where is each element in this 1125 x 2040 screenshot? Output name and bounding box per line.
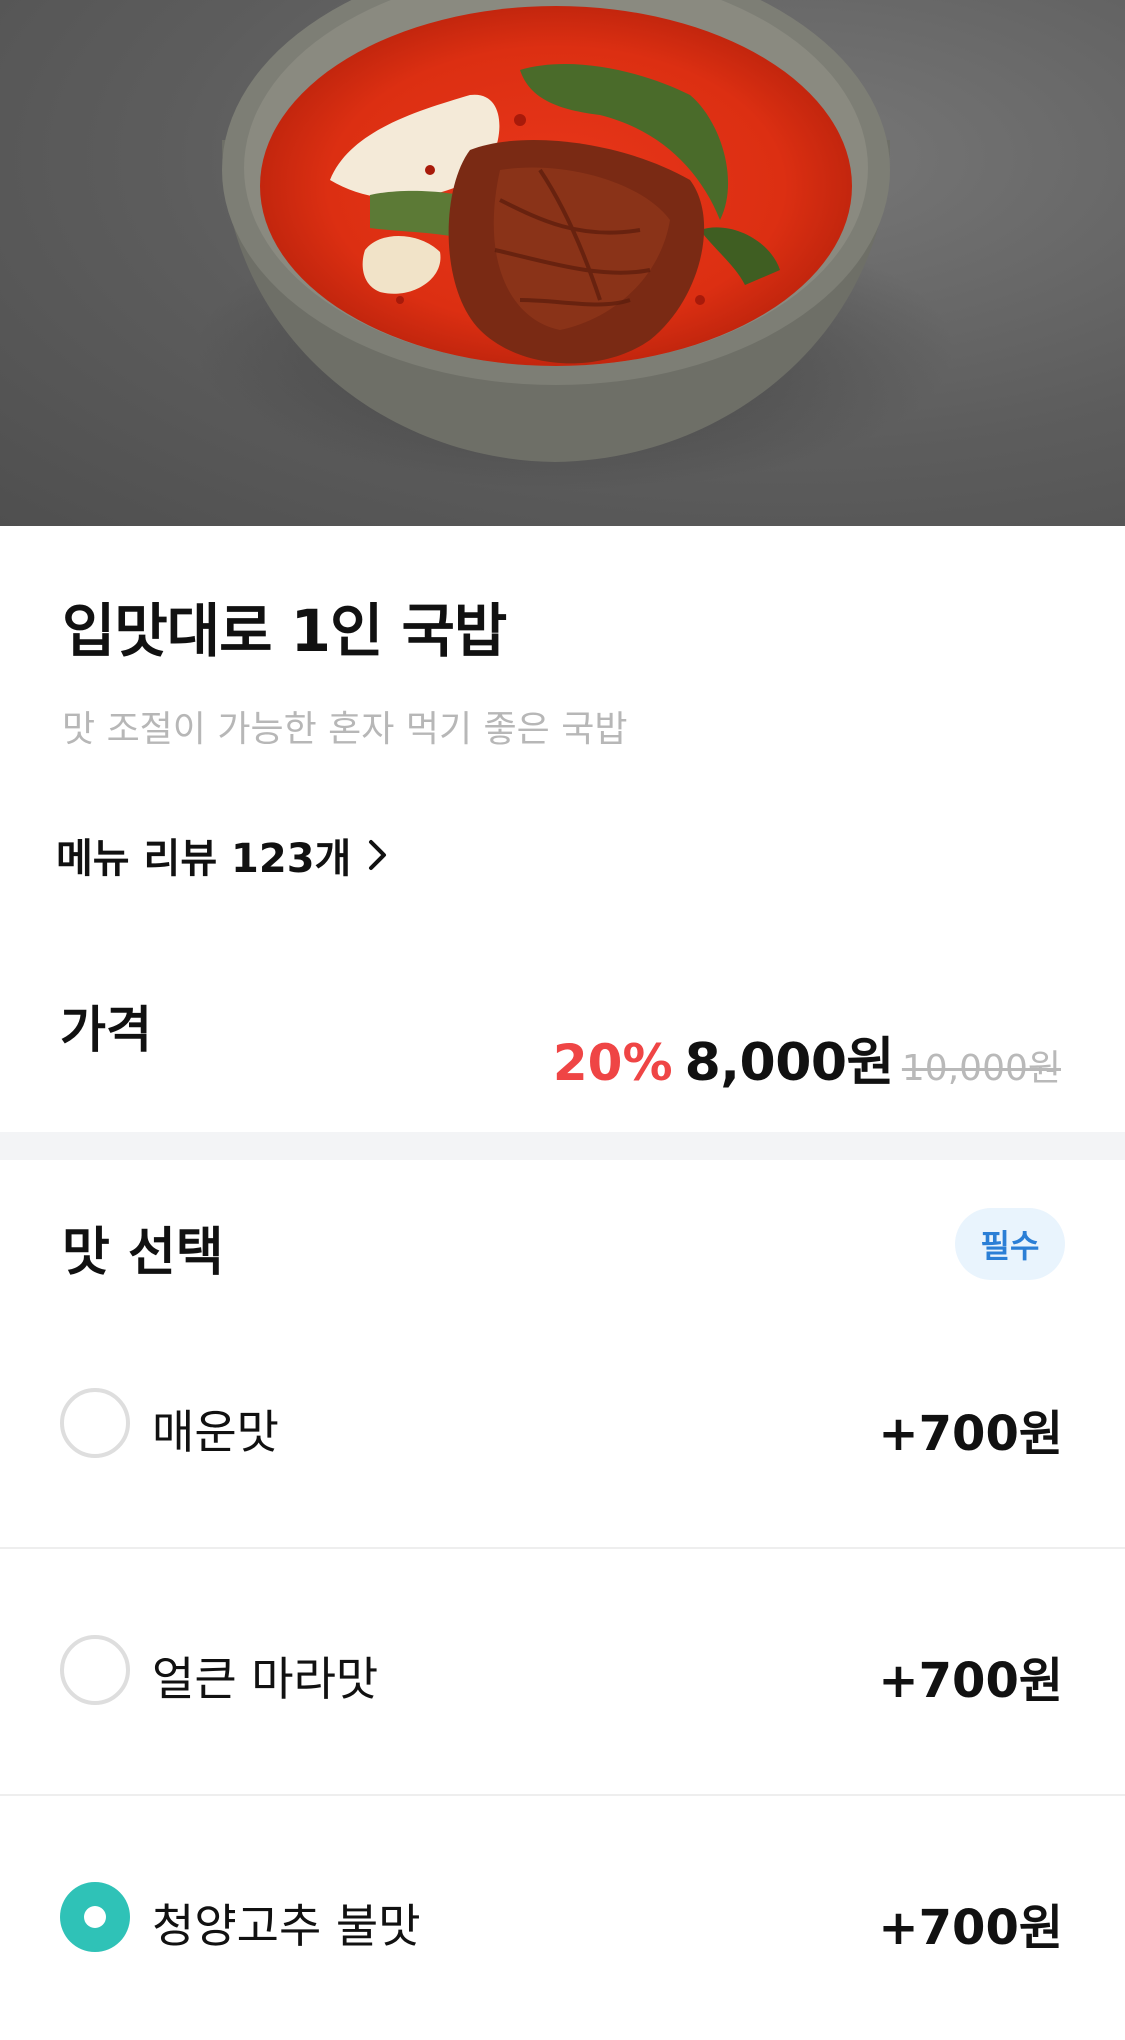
option-cheongyang[interactable]: 청양고추 불맛 +700원 <box>0 1794 1125 2040</box>
radio-button-unchecked[interactable] <box>60 1635 130 1705</box>
option-price: +700원 <box>878 1900 1063 1956</box>
review-link-label: 메뉴 리뷰 123개 <box>56 836 352 882</box>
original-price: 10,000원 <box>901 1048 1061 1089</box>
product-title: 입맛대로 1인 국밥 <box>62 597 507 665</box>
product-description: 맛 조절이 가능한 혼자 먹기 좋은 국밥 <box>62 709 628 750</box>
option-price: +700원 <box>878 1653 1063 1709</box>
discount-rate: 20% <box>552 1034 673 1092</box>
price-info: 20% 8,000원 10,000원 <box>553 1020 1061 1095</box>
menu-review-link[interactable]: 메뉴 리뷰 123개 <box>56 826 389 884</box>
chevron-right-icon <box>367 838 389 872</box>
option-spicy[interactable]: 매운맛 +700원 <box>0 1300 1125 1546</box>
section-divider <box>0 1132 1125 1160</box>
product-image <box>0 0 1125 526</box>
soup-bowl-illustration <box>195 0 955 490</box>
option-label: 매운맛 <box>152 1405 279 1459</box>
option-section-title: 맛 선택 <box>62 1223 224 1283</box>
sale-price: 8,000원 <box>684 1033 895 1093</box>
option-price: +700원 <box>878 1406 1063 1462</box>
radio-button-checked[interactable] <box>60 1882 130 1952</box>
radio-button-unchecked[interactable] <box>60 1388 130 1458</box>
option-label: 청양고추 불맛 <box>152 1899 421 1953</box>
option-mala[interactable]: 얼큰 마라맛 +700원 <box>0 1547 1125 1793</box>
option-label: 얼큰 마라맛 <box>152 1652 379 1706</box>
price-label: 가격 <box>60 1001 152 1059</box>
radio-dot <box>84 1906 106 1928</box>
required-badge: 필수 <box>955 1208 1065 1280</box>
